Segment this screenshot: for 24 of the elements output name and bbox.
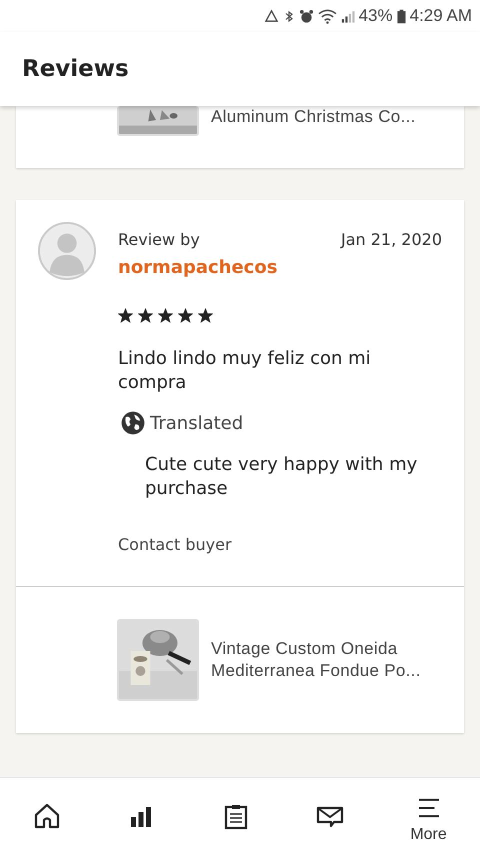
globe-icon bbox=[121, 411, 145, 435]
product-title[interactable]: Vintage Custom Oneida Mediterranea Fondue Po... bbox=[211, 638, 451, 682]
review-text: Lindo lindo muy feliz con mi compra bbox=[118, 347, 372, 395]
star-icon bbox=[138, 308, 153, 323]
alarm-icon bbox=[298, 8, 314, 24]
clock-time: 4:29 AM bbox=[410, 6, 472, 26]
battery-icon bbox=[396, 8, 406, 24]
translated-label: Translated bbox=[150, 412, 244, 434]
translated-text: Cute cute very happy with my purchase bbox=[145, 453, 418, 501]
home-icon bbox=[33, 802, 62, 830]
star-icon bbox=[158, 308, 173, 323]
star-icon bbox=[118, 308, 133, 323]
battery-percent: 43% bbox=[358, 6, 393, 26]
wifi-icon bbox=[318, 8, 337, 24]
review-date: Jan 21, 2020 bbox=[341, 230, 442, 249]
review-by-label: Review by bbox=[118, 230, 200, 249]
star-icon bbox=[178, 308, 193, 323]
page-title: Reviews bbox=[22, 56, 129, 82]
avatar-icon bbox=[38, 222, 96, 280]
star-icon bbox=[198, 308, 213, 323]
signal-icon bbox=[340, 8, 355, 24]
more-tab[interactable]: More bbox=[406, 784, 451, 848]
product-title[interactable]: Aluminum Christmas Co... bbox=[211, 106, 451, 128]
contact-buyer-link[interactable]: Contact buyer bbox=[118, 535, 232, 554]
